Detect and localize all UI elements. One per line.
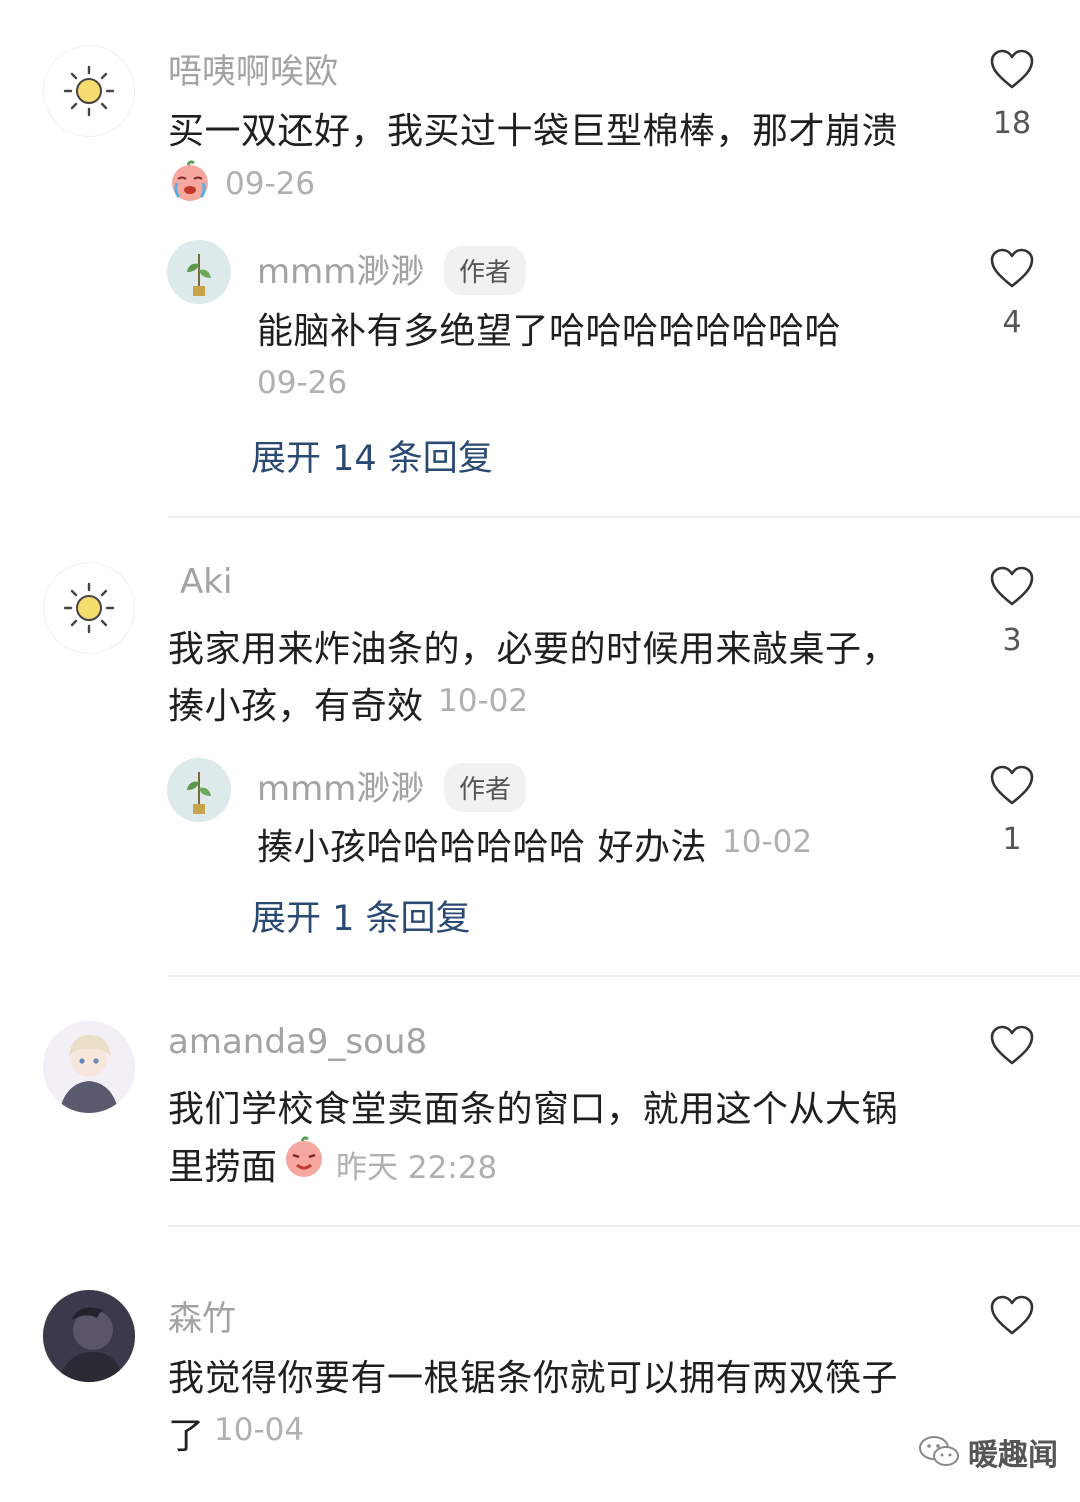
- heart-icon[interactable]: [989, 247, 1035, 289]
- wechat-icon: [919, 1436, 959, 1466]
- like-count: 4: [1002, 305, 1022, 340]
- reply-time: 09-26: [257, 365, 348, 401]
- username[interactable]: mmm渺渺: [257, 761, 424, 810]
- heart-icon[interactable]: [989, 565, 1035, 607]
- author-badge: 作者: [444, 763, 527, 812]
- heart-icon[interactable]: [989, 48, 1035, 90]
- comment-time: 10-04: [214, 1412, 305, 1448]
- author-badge: 作者: [444, 246, 527, 295]
- heart-icon[interactable]: [989, 1024, 1035, 1066]
- heart-icon[interactable]: [989, 1294, 1035, 1336]
- comment-text: 买一双还好，我买过十袋巨型棉棒，那才崩溃: [168, 111, 899, 152]
- plant-icon: [167, 758, 231, 822]
- like-count: 18: [992, 106, 1032, 141]
- sun-icon: [63, 582, 115, 634]
- reply-text: 揍小孩哈哈哈哈哈哈 好办法: [257, 827, 707, 868]
- divider: [168, 516, 1080, 518]
- avatar[interactable]: [43, 45, 135, 137]
- expand-replies-link[interactable]: 展开 14 条回复: [251, 430, 493, 481]
- reply-text: 能脑补有多绝望了哈哈哈哈哈哈哈哈: [257, 311, 842, 352]
- crying-emoji-icon: [172, 160, 208, 201]
- username[interactable]: 唔咦啊唉欧: [168, 44, 338, 93]
- comment-text: 揍小孩，有奇效: [168, 686, 424, 727]
- username[interactable]: mmm渺渺: [257, 244, 424, 293]
- like-count: 1: [1002, 822, 1022, 857]
- avatar[interactable]: [167, 240, 231, 304]
- pout-emoji-icon: [286, 1136, 322, 1177]
- comment-time: 09-26: [225, 166, 316, 202]
- username[interactable]: amanda9_sou8: [168, 1022, 427, 1062]
- comment-time: 昨天 22:28: [336, 1150, 498, 1186]
- avatar[interactable]: [43, 562, 135, 654]
- divider: [168, 975, 1080, 977]
- avatar[interactable]: [43, 1290, 135, 1382]
- avatar[interactable]: [43, 1021, 135, 1113]
- username[interactable]: 森竹: [168, 1291, 236, 1340]
- comment-time: 10-02: [438, 683, 529, 719]
- comment-text: 里捞面: [168, 1147, 278, 1188]
- expand-replies-link[interactable]: 展开 1 条回复: [251, 890, 471, 941]
- reply-time: 10-02: [722, 824, 813, 860]
- avatar[interactable]: [167, 758, 231, 822]
- like-count: 3: [1002, 623, 1022, 658]
- comment-text: 了: [168, 1416, 205, 1457]
- plant-icon: [167, 240, 231, 304]
- anime-boy-icon: [43, 1021, 135, 1113]
- sun-icon: [63, 65, 115, 117]
- dark-portrait-icon: [43, 1290, 135, 1382]
- divider: [168, 1225, 1080, 1227]
- username[interactable]: Aki: [180, 562, 232, 602]
- comment-text: 我觉得你要有一根锯条你就可以拥有两双筷子: [168, 1358, 899, 1399]
- comment-text: 我们学校食堂卖面条的窗口，就用这个从大锅: [168, 1089, 899, 1130]
- comment-text: 我家用来炸油条的，必要的时候用来敲桌子，: [168, 629, 899, 670]
- heart-icon[interactable]: [989, 764, 1035, 806]
- watermark-text: 暖趣闻: [968, 1438, 1058, 1473]
- watermark: 暖趣闻: [918, 1430, 1058, 1474]
